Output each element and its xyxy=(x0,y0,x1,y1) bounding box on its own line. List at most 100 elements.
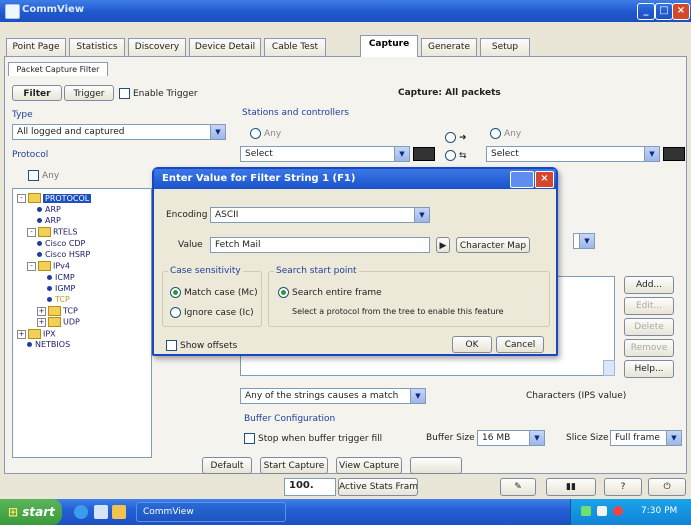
station-any-radio[interactable]: Any xyxy=(250,128,281,139)
tree-node[interactable]: - IPv4 xyxy=(27,261,70,271)
chevron-down-icon: ▼ xyxy=(410,389,425,403)
tree-node[interactable]: + IPX xyxy=(17,329,56,339)
behind-dropdown[interactable]: ▼ xyxy=(573,233,595,249)
ie-icon[interactable] xyxy=(74,505,88,519)
station-b-dropdown[interactable]: Select ▼ xyxy=(486,146,660,162)
tree-node[interactable]: Cisco HSRP xyxy=(37,250,90,259)
folder-icon xyxy=(28,193,41,203)
dialog-title: Enter Value for Filter String 1 (F1) xyxy=(162,173,356,184)
tab-setup[interactable]: Setup xyxy=(480,38,530,56)
delete-button[interactable]: Delete xyxy=(624,318,674,336)
minimize-button[interactable]: _ xyxy=(637,3,655,20)
tree-node[interactable]: ARP xyxy=(37,216,61,225)
close-icon[interactable]: × xyxy=(535,171,554,188)
media-icon[interactable] xyxy=(94,505,108,519)
tree-node[interactable]: ICMP xyxy=(47,273,75,282)
cancel-button[interactable]: Cancel xyxy=(496,336,544,353)
volume-icon[interactable] xyxy=(597,506,607,516)
direction-any-radio[interactable]: ➜ xyxy=(445,132,467,143)
slice-size-dropdown[interactable]: Full frame ▼ xyxy=(610,430,682,446)
tab-cable-test[interactable]: Cable Test xyxy=(264,38,326,56)
help-button[interactable]: Help... xyxy=(624,360,674,378)
default-button[interactable]: Default xyxy=(202,457,252,474)
active-stats-button[interactable]: Active Stats Frame xyxy=(338,478,418,496)
strings-match-dropdown[interactable]: Any of the strings causes a match ▼ xyxy=(240,388,426,404)
tree-node[interactable]: ARP xyxy=(37,205,61,214)
tab-discovery[interactable]: Discovery xyxy=(128,38,186,56)
window-title: CommView xyxy=(22,4,85,15)
value-input[interactable]: Fetch Mail xyxy=(210,237,430,253)
tab-point-page[interactable]: Point Page xyxy=(6,38,66,56)
match-case-radio[interactable]: Match case (Mc) xyxy=(170,287,258,298)
bullet-icon xyxy=(37,207,42,212)
toolbar-chart-icon[interactable]: ▮▮ xyxy=(546,478,596,496)
tab-device-detail[interactable]: Device Detail xyxy=(189,38,261,56)
encoding-dropdown[interactable]: ASCII ▼ xyxy=(210,207,430,223)
network-icon[interactable] xyxy=(581,506,591,516)
remove-button[interactable]: Remove xyxy=(624,339,674,357)
address-book-icon[interactable] xyxy=(413,147,435,161)
folder-icon[interactable] xyxy=(112,505,126,519)
buffer-size-dropdown[interactable]: 16 MB ▼ xyxy=(477,430,545,446)
ignore-case-radio[interactable]: Ignore case (Ic) xyxy=(170,307,254,318)
toolbar-tool-icon[interactable]: ✎ xyxy=(500,478,536,496)
tree-node[interactable]: + UDP xyxy=(37,317,80,327)
tab-capture[interactable]: Capture xyxy=(360,35,418,57)
folder-icon xyxy=(48,317,61,327)
chevron-down-icon: ▼ xyxy=(579,234,594,248)
case-sensitivity-group xyxy=(162,271,262,327)
station-b-any-radio[interactable]: Any xyxy=(490,128,521,139)
add-button[interactable]: Add... xyxy=(624,276,674,294)
address-book-icon[interactable] xyxy=(663,147,685,161)
type-dropdown[interactable]: All logged and captured ▼ xyxy=(12,124,226,140)
bullet-icon xyxy=(27,342,32,347)
bullet-icon xyxy=(37,241,42,246)
tree-node[interactable]: IGMP xyxy=(47,284,75,293)
disabled-button[interactable] xyxy=(410,457,462,474)
protocol-tree[interactable]: - PROTOCOL ARP ARP - RTELS Cisco CDP Cisco… xyxy=(12,188,152,458)
edit-button[interactable]: Edit... xyxy=(624,297,674,315)
taskbar-app-button[interactable]: CommView xyxy=(136,502,286,522)
subtab-packet-capture-filter[interactable]: Packet Capture Filter xyxy=(8,62,108,76)
start-capture-button[interactable]: Start Capture xyxy=(260,457,328,474)
encoding-label: Encoding xyxy=(166,210,208,220)
character-map-button[interactable]: Character Map xyxy=(456,237,530,253)
tree-node[interactable]: NETBIOS xyxy=(27,340,70,349)
close-button[interactable]: × xyxy=(672,3,690,20)
search-entire-frame-radio[interactable]: Search entire frame xyxy=(278,287,382,298)
toolbar-exit-icon[interactable]: ⏻ xyxy=(648,478,686,496)
scrollbar[interactable] xyxy=(603,360,615,376)
tab-statistics[interactable]: Statistics xyxy=(69,38,125,56)
bullet-icon xyxy=(37,218,42,223)
tree-node[interactable]: - PROTOCOL xyxy=(17,193,92,203)
filter-button[interactable]: Filter xyxy=(12,85,62,101)
view-capture-button[interactable]: View Capture xyxy=(336,457,402,474)
tree-node[interactable]: - RTELS xyxy=(27,227,77,237)
buffer-config-label: Buffer Configuration xyxy=(244,414,336,424)
maximize-button[interactable]: □ xyxy=(655,3,673,20)
start-button[interactable]: ⊞ start xyxy=(0,499,62,525)
tree-node[interactable]: + TCP xyxy=(37,306,78,316)
bullet-icon xyxy=(37,252,42,257)
chevron-down-icon: ▼ xyxy=(666,431,681,445)
tree-node[interactable]: TCP xyxy=(47,295,70,304)
help-icon[interactable] xyxy=(510,171,534,188)
enable-trigger-checkbox[interactable]: Enable Trigger xyxy=(119,88,198,99)
slice-size-label: Slice Size xyxy=(566,433,609,443)
trigger-button[interactable]: Trigger xyxy=(64,85,114,101)
value-label: Value xyxy=(178,240,203,250)
characters-label: Characters (IPS value) xyxy=(526,391,627,401)
show-offsets-checkbox[interactable]: Show offsets xyxy=(166,340,237,351)
security-icon[interactable] xyxy=(613,506,623,516)
direction-both-radio[interactable]: ⇆ xyxy=(445,150,467,161)
protocol-label: Protocol xyxy=(12,150,49,160)
ok-button[interactable]: OK xyxy=(452,336,492,353)
toolbar-help-icon[interactable]: ? xyxy=(604,478,642,496)
tree-node[interactable]: Cisco CDP xyxy=(37,239,85,248)
tab-generate[interactable]: Generate xyxy=(421,38,477,56)
search-start-group xyxy=(268,271,550,327)
stop-when-full-checkbox[interactable]: Stop when buffer trigger fill xyxy=(244,433,382,444)
any-protocol-checkbox[interactable]: Any xyxy=(28,170,59,181)
station-a-dropdown[interactable]: Select ▼ xyxy=(240,146,410,162)
insert-button[interactable]: ▶ xyxy=(436,237,450,253)
